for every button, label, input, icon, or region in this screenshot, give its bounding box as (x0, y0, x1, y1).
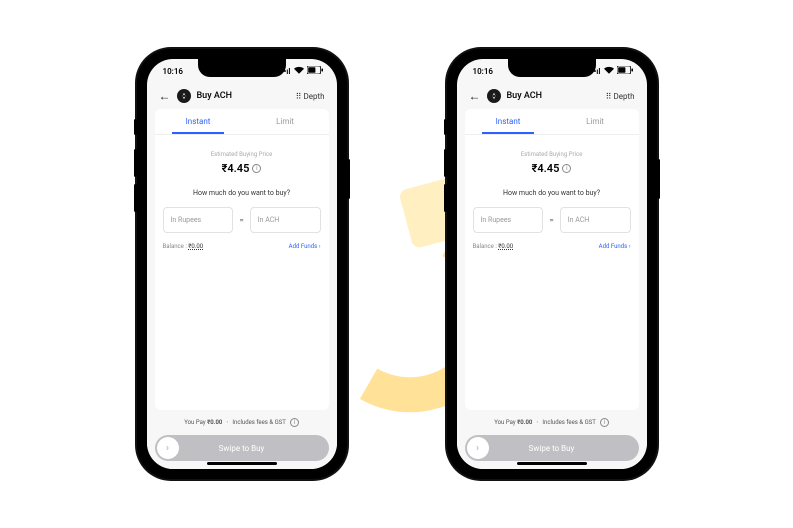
tab-limit[interactable]: Limit (242, 109, 329, 134)
notch (508, 59, 596, 77)
footer: You Pay ₹0.00 • Includes fees & GST i › … (457, 410, 647, 469)
rupees-input[interactable]: In Rupees (473, 207, 544, 233)
status-time: 10:16 (163, 67, 183, 76)
add-funds-link[interactable]: Add Funds › (289, 243, 321, 250)
pay-info: You Pay ₹0.00 • Includes fees & GST i (465, 418, 639, 427)
ach-input[interactable]: In ACH (250, 207, 321, 233)
depth-button[interactable]: ⠿ Depth (606, 92, 635, 101)
page-header: ← Buy ACH ⠿ Depth (457, 83, 647, 109)
swipe-to-buy[interactable]: › Swipe to Buy (465, 435, 639, 461)
buy-question: How much do you want to buy? (163, 189, 321, 197)
content: Estimated Buying Price ₹4.45 i How much … (155, 135, 329, 410)
tab-instant[interactable]: Instant (465, 109, 552, 134)
coin-icon (487, 89, 501, 103)
info-icon[interactable]: i (562, 164, 571, 173)
balance-label: Balance : ₹0.00 (473, 243, 514, 250)
page-title: Buy ACH (197, 91, 290, 101)
wifi-icon (604, 66, 614, 76)
info-icon[interactable]: i (600, 418, 609, 427)
info-icon[interactable]: i (290, 418, 299, 427)
content: Estimated Buying Price ₹4.45 i How much … (465, 135, 639, 410)
depth-icon: ⠿ (606, 92, 611, 101)
phone-mockup: 10:16 ••ıl ← Buy ACH ⠿ Depth (447, 49, 657, 479)
tab-limit[interactable]: Limit (552, 109, 639, 134)
ach-input[interactable]: In ACH (560, 207, 631, 233)
battery-icon (617, 66, 633, 76)
pay-info: You Pay ₹0.00 • Includes fees & GST i (155, 418, 329, 427)
balance-row: Balance : ₹0.00 Add Funds › (163, 243, 321, 250)
est-price-label: Estimated Buying Price (473, 151, 631, 158)
rupees-input[interactable]: In Rupees (163, 207, 234, 233)
swipe-to-buy[interactable]: › Swipe to Buy (155, 435, 329, 461)
equals-sign: = (549, 216, 553, 225)
home-indicator[interactable] (207, 462, 277, 465)
input-row: In Rupees = In ACH (473, 207, 631, 233)
phone-mockup: 10:16 ••ıl ← Buy ACH ⠿ Depth (137, 49, 347, 479)
est-price-label: Estimated Buying Price (163, 151, 321, 158)
coin-icon (177, 89, 191, 103)
back-icon[interactable]: ← (469, 89, 481, 103)
add-funds-link[interactable]: Add Funds › (599, 243, 631, 250)
page-title: Buy ACH (507, 91, 600, 101)
battery-icon (307, 66, 323, 76)
depth-icon: ⠿ (296, 92, 301, 101)
input-row: In Rupees = In ACH (163, 207, 321, 233)
tabs: Instant Limit (465, 109, 639, 135)
status-time: 10:16 (473, 67, 493, 76)
balance-row: Balance : ₹0.00 Add Funds › (473, 243, 631, 250)
est-price-value: ₹4.45 i (473, 162, 631, 175)
tabs: Instant Limit (155, 109, 329, 135)
page-header: ← Buy ACH ⠿ Depth (147, 83, 337, 109)
footer: You Pay ₹0.00 • Includes fees & GST i › … (147, 410, 337, 469)
notch (198, 59, 286, 77)
equals-sign: = (239, 216, 243, 225)
depth-button[interactable]: ⠿ Depth (296, 92, 325, 101)
back-icon[interactable]: ← (159, 89, 171, 103)
home-indicator[interactable] (517, 462, 587, 465)
wifi-icon (294, 66, 304, 76)
info-icon[interactable]: i (252, 164, 261, 173)
tab-instant[interactable]: Instant (155, 109, 242, 134)
balance-label: Balance : ₹0.00 (163, 243, 204, 250)
est-price-value: ₹4.45 i (163, 162, 321, 175)
buy-question: How much do you want to buy? (473, 189, 631, 197)
